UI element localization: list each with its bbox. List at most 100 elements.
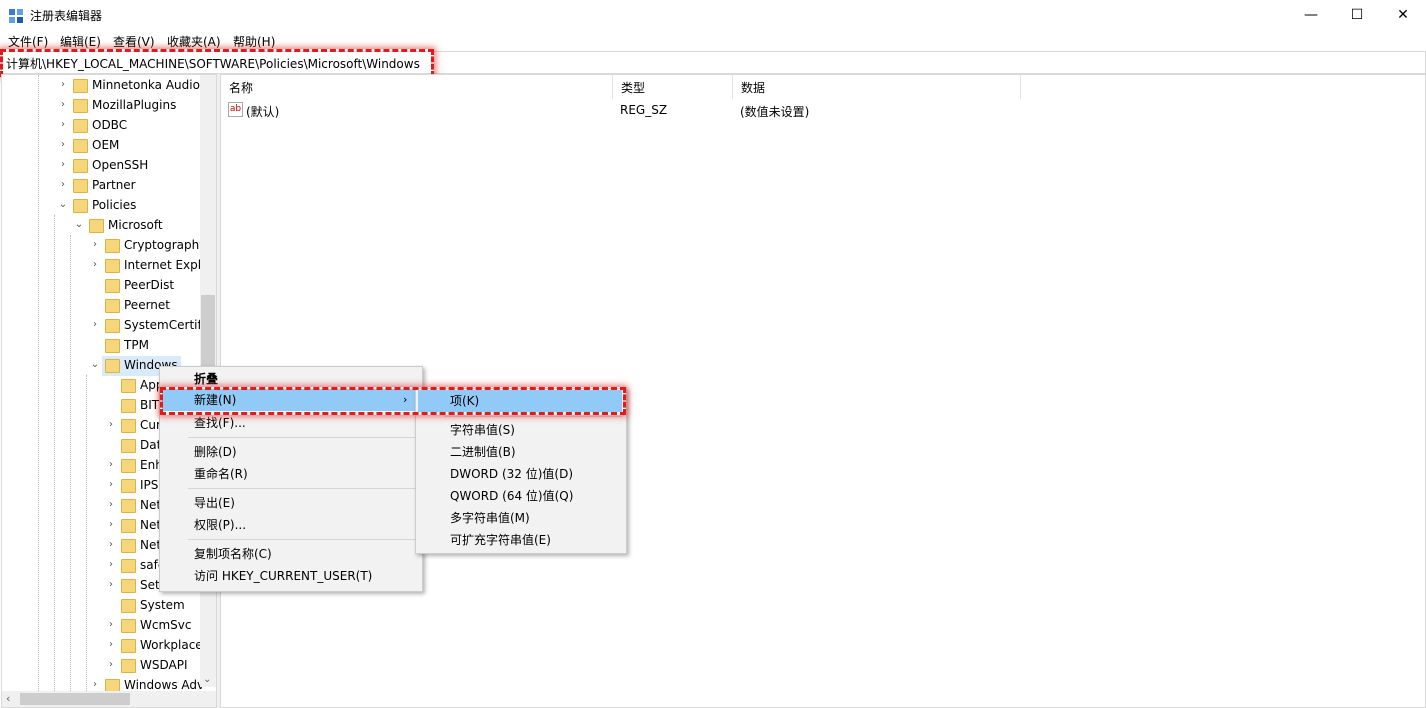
chevron-right-icon[interactable]: › (58, 100, 68, 110)
chevron-right-icon[interactable]: › (106, 580, 116, 590)
folder-icon (73, 119, 88, 133)
submenu-item-expandable-string-value[interactable]: 可扩充字符串值(E) (450, 529, 551, 551)
folder-icon (73, 99, 88, 113)
value-name[interactable]: (默认) (246, 103, 279, 120)
address-path[interactable]: 计算机\HKEY_LOCAL_MACHINE\SOFTWARE\Policies… (6, 55, 420, 72)
menu-item-new[interactable]: 新建(N) (194, 389, 236, 411)
folder-icon (105, 319, 120, 333)
column-header-data[interactable]: 数据 (733, 75, 1021, 99)
folder-icon (121, 619, 136, 633)
submenu-item-dword-value[interactable]: DWORD (32 位)值(D) (450, 463, 573, 485)
chevron-right-icon[interactable]: › (58, 80, 68, 90)
menu-view[interactable]: 查看(V) (113, 33, 155, 50)
menu-separator (188, 488, 416, 489)
chevron-right-icon[interactable]: › (106, 420, 116, 430)
tree-item-label: Cryptography (124, 238, 207, 252)
menu-separator (444, 416, 622, 417)
tree-item-label: BIT (140, 398, 160, 412)
folder-icon (73, 139, 88, 153)
menu-item-export[interactable]: 导出(E) (194, 492, 235, 514)
scroll-down-icon[interactable]: ⌄ (203, 674, 211, 685)
chevron-right-icon[interactable]: › (106, 540, 116, 550)
menu-item-delete[interactable]: 删除(D) (194, 441, 237, 463)
chevron-right-icon[interactable]: › (90, 240, 100, 250)
chevron-right-icon[interactable]: › (106, 500, 116, 510)
maximize-button[interactable]: ☐ (1334, 0, 1380, 30)
submenu-item-string-value[interactable]: 字符串值(S) (450, 419, 515, 441)
chevron-down-icon[interactable]: ⌄ (74, 220, 84, 230)
minimize-button[interactable]: — (1288, 0, 1334, 30)
chevron-right-icon[interactable]: › (106, 520, 116, 530)
folder-icon (121, 519, 136, 533)
tree-item-label: MozillaPlugins (92, 98, 177, 112)
chevron-right-icon[interactable]: › (106, 480, 116, 490)
scrollbar-thumb[interactable] (20, 693, 130, 705)
address-bar[interactable]: 计算机\HKEY_LOCAL_MACHINE\SOFTWARE\Policies… (1, 51, 1426, 74)
tree-item-label: System (140, 598, 185, 612)
submenu-item-qword-value[interactable]: QWORD (64 位)值(Q) (450, 485, 573, 507)
menu-item-goto-hkcu[interactable]: 访问 HKEY_CURRENT_USER(T) (194, 565, 372, 587)
close-button[interactable]: ✕ (1380, 0, 1426, 30)
folder-icon (121, 379, 136, 393)
folder-icon (105, 259, 120, 273)
chevron-right-icon[interactable]: › (106, 640, 116, 650)
chevron-right-icon[interactable]: › (106, 460, 116, 470)
chevron-down-icon[interactable]: ⌄ (58, 200, 68, 210)
folder-icon (73, 79, 88, 93)
chevron-right-icon[interactable]: › (58, 160, 68, 170)
folder-icon (121, 579, 136, 593)
tree-guide-line (70, 235, 71, 707)
submenu-item-binary-value[interactable]: 二进制值(B) (450, 441, 516, 463)
menu-item-find[interactable]: 查找(F)... (194, 412, 246, 434)
chevron-right-icon[interactable]: › (106, 660, 116, 670)
tree-item-label: Windows Adv (124, 678, 205, 692)
column-header-type[interactable]: 类型 (613, 75, 733, 99)
tree-item-label: Cur (140, 418, 161, 432)
chevron-right-icon[interactable]: › (106, 560, 116, 570)
tree-guide-line (86, 375, 87, 707)
folder-icon (121, 479, 136, 493)
folder-icon (121, 599, 136, 613)
chevron-right-icon[interactable]: › (58, 140, 68, 150)
menu-separator (188, 437, 416, 438)
folder-icon (105, 239, 120, 253)
folder-icon (121, 539, 136, 553)
scroll-left-icon[interactable]: ‹ (6, 692, 10, 705)
submenu-arrow-icon: › (403, 393, 408, 406)
value-type: REG_SZ (620, 103, 668, 117)
chevron-down-icon[interactable]: ⌄ (90, 360, 100, 370)
menu-item-rename[interactable]: 重命名(R) (194, 463, 248, 485)
tree-horizontal-scrollbar[interactable]: ‹ (2, 691, 216, 707)
registry-editor-icon (9, 9, 23, 23)
tree-guide-line (54, 215, 55, 707)
chevron-right-icon[interactable]: › (90, 320, 100, 330)
folder-icon (105, 299, 120, 313)
chevron-right-icon[interactable]: › (106, 620, 116, 630)
menu-item-collapse[interactable]: 折叠 (194, 368, 218, 390)
tree-item-label: Workplace (140, 638, 203, 652)
menu-bar: 文件(F) 编辑(E) 查看(V) 收藏夹(A) 帮助(H) (0, 30, 1426, 50)
tree-item-label: Net (140, 538, 162, 552)
string-value-icon: ab (228, 102, 243, 117)
submenu-item-key[interactable]: 项(K) (450, 390, 479, 412)
menu-hover-highlight (418, 390, 622, 412)
folder-icon (121, 419, 136, 433)
tree-item-label: Microsoft (108, 218, 163, 232)
tree-item-label: Net (140, 498, 162, 512)
menu-help[interactable]: 帮助(H) (233, 33, 275, 50)
menu-item-permissions[interactable]: 权限(P)... (194, 514, 246, 536)
submenu-item-multi-string-value[interactable]: 多字符串值(M) (450, 507, 530, 529)
menu-item-copy-key-name[interactable]: 复制项名称(C) (194, 543, 272, 565)
folder-icon (73, 179, 88, 193)
column-header-name[interactable]: 名称 (221, 75, 613, 99)
menu-favorites[interactable]: 收藏夹(A) (167, 33, 221, 50)
chevron-right-icon[interactable]: › (90, 680, 100, 690)
chevron-right-icon[interactable]: › (58, 120, 68, 130)
menu-edit[interactable]: 编辑(E) (60, 33, 101, 50)
tree-item-label: OpenSSH (92, 158, 149, 172)
chevron-right-icon[interactable]: › (90, 260, 100, 270)
menu-file[interactable]: 文件(F) (8, 33, 48, 50)
tree-item-label: Peernet (124, 298, 170, 312)
chevron-right-icon[interactable]: › (58, 180, 68, 190)
tree-item-label: WSDAPI (140, 658, 188, 672)
